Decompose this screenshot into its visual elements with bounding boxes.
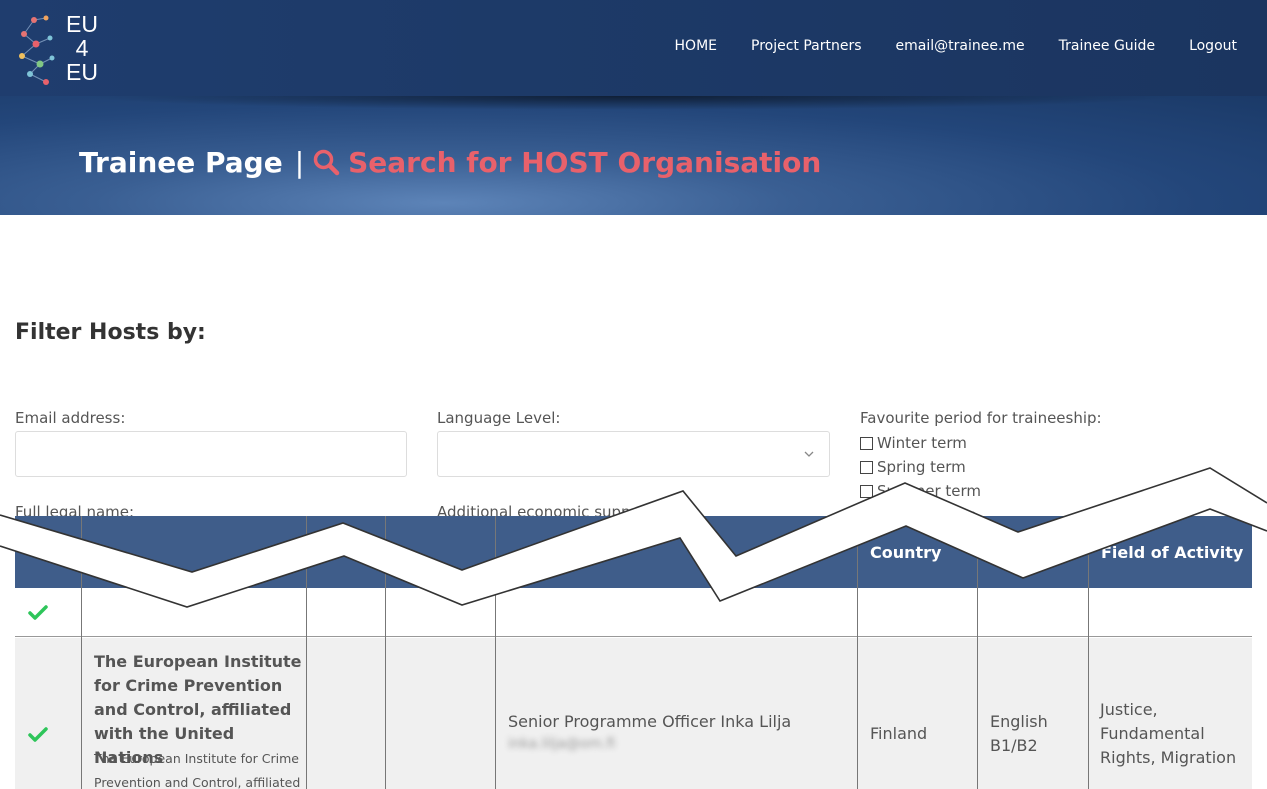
spring-label: Spring term [877,458,966,476]
period-winter-option[interactable]: Winter term [860,434,967,452]
host-field-of-activity: Justice, Fundamental Rights, Migration [1100,700,1237,767]
spring-checkbox[interactable] [860,460,873,474]
main-nav: HOME Project Partners email@trainee.me T… [675,38,1237,54]
host-contact-person: Senior Programme Officer Inka Lilja [508,712,792,731]
top-navbar: EU 4 EU HOME Project Partners email@trai… [0,0,1267,96]
language-level-select[interactable] [437,431,830,477]
page-banner: Trainee Page | Search for HOST Organisatio… [0,96,1267,215]
column-divider [495,516,496,789]
winter-checkbox[interactable] [860,436,873,450]
nav-user-email[interactable]: email@trainee.me [896,38,1025,54]
summer-label: Summer term [877,482,982,500]
column-divider [977,516,978,789]
column-divider [306,516,307,789]
winter-label: Winter term [877,434,967,452]
logo-line-1: EU [66,11,98,37]
network-logo-icon [19,15,55,85]
nav-logout[interactable]: Logout [1189,38,1237,54]
logo-line-2: 4 [75,35,89,61]
page-title-main: Trainee Page [79,146,283,179]
table-row[interactable] [15,588,1252,637]
logo-line-3: EU [66,59,98,85]
column-divider [857,516,858,789]
language-level-label: Language Level: [437,409,561,427]
period-spring-option[interactable]: Spring term [860,458,966,476]
checkmark-icon [28,605,48,620]
column-divider [81,516,82,789]
host-contact-email: inka.lilja@om.fi [508,736,616,752]
hosts-table-header: Country Field of Activity [15,516,1252,588]
page-title: Trainee Page | Search for HOST Organisatio… [79,146,821,179]
column-divider [385,516,386,789]
page-subtitle-text: Search for HOST Organisation [348,146,822,179]
host-country: Finland [870,724,928,743]
nav-home[interactable]: HOME [675,38,717,54]
column-header-country[interactable]: Country [858,516,978,588]
eu4eu-logo[interactable]: EU 4 EU [16,12,106,88]
title-separator: | [294,146,305,179]
host-language: English B1/B2 [990,712,1048,755]
email-field[interactable] [15,431,407,477]
period-label: Favourite period for traineeship: [860,409,1102,427]
search-icon [313,149,340,176]
email-label: Email address: [15,409,126,427]
filter-title: Filter Hosts by: [15,320,206,345]
page-subtitle: Search for HOST Organisation [312,146,821,179]
column-header-field[interactable]: Field of Activity [1089,516,1252,588]
nav-trainee-guide[interactable]: Trainee Guide [1059,38,1155,54]
host-org-description: The European Institute for Crime Prevent… [94,751,301,789]
banner-shadow [80,96,1180,110]
checkmark-icon [28,727,48,742]
chevron-down-icon [804,451,814,457]
nav-project-partners[interactable]: Project Partners [751,38,862,54]
column-divider [1088,516,1089,789]
logo-text: EU 4 EU [62,12,102,84]
period-summer-option[interactable]: Summer term [860,482,981,500]
summer-checkbox[interactable] [860,484,873,498]
